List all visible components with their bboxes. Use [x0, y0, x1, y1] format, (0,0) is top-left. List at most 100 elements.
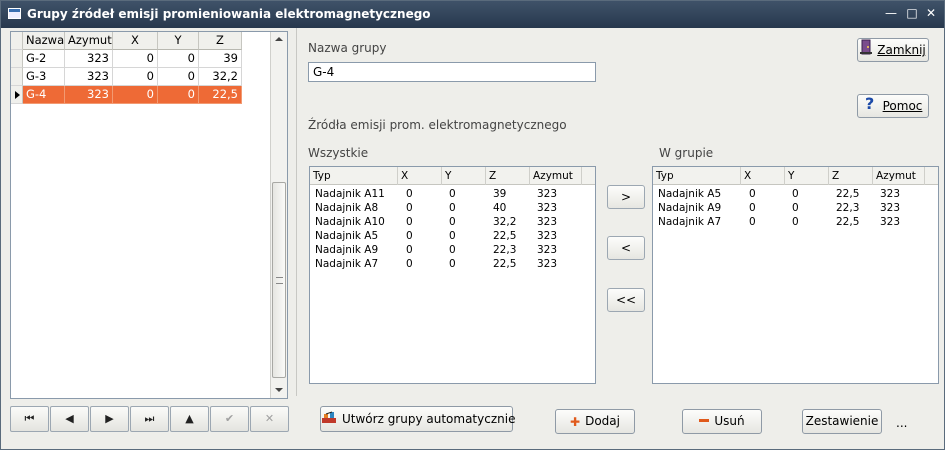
more-options-button[interactable]: ... — [896, 416, 907, 430]
remove-button[interactable]: Usuń — [682, 409, 762, 434]
scroll-up-arrow-icon[interactable] — [271, 32, 287, 48]
group-name-input[interactable]: G-4 — [308, 62, 596, 82]
cell-x[interactable]: 0 — [113, 50, 158, 68]
cell-nazwa[interactable]: G-4 — [23, 86, 65, 104]
list-cell-azymut: 323 — [537, 202, 558, 214]
list-cell-typ: Nadajnik A8 — [315, 202, 379, 214]
table-row[interactable]: G-4 323 0 0 22,5 — [11, 86, 251, 104]
list-cell-typ: Nadajnik A10 — [315, 216, 385, 228]
cancel-record-button[interactable]: ✕ — [250, 406, 289, 432]
all-col-x[interactable]: X — [398, 167, 442, 185]
list-item[interactable]: Nadajnik A7 0 0 22,5 323 — [310, 257, 595, 271]
cell-z[interactable]: 39 — [199, 50, 242, 68]
help-button[interactable]: ? Pomoc — [857, 94, 929, 118]
list-cell-y: 0 — [792, 188, 799, 200]
column-header-x[interactable]: X — [113, 32, 158, 50]
move-all-left-button[interactable]: << — [607, 288, 645, 312]
next-record-button[interactable]: ▶ — [90, 406, 129, 432]
list-item[interactable]: Nadajnik A10 0 0 32,2 323 — [310, 215, 595, 229]
list-cell-z: 22,5 — [836, 188, 860, 200]
close-button[interactable]: Zamknij — [857, 38, 929, 62]
group-col-z[interactable]: Z — [829, 167, 873, 185]
window-icon — [8, 8, 21, 19]
insert-record-button[interactable]: ▲ — [170, 406, 209, 432]
list-item[interactable]: Nadajnik A11 0 0 39 323 — [310, 187, 595, 201]
groups-grid[interactable]: Nazwa Azymut X Y Z G-2 323 0 0 39 G-3 323 0 0 32,… — [10, 31, 288, 399]
panel-divider[interactable] — [296, 28, 297, 396]
scroll-down-arrow-icon[interactable] — [271, 382, 287, 398]
list-cell-y: 0 — [792, 202, 799, 214]
prior-record-button[interactable]: ◀ — [50, 406, 89, 432]
column-header-y[interactable]: Y — [158, 32, 199, 50]
close-window-button[interactable]: ✕ — [924, 6, 938, 20]
list-item[interactable]: Nadajnik A5 0 0 22,5 323 — [653, 187, 938, 201]
list-cell-typ: Nadajnik A9 — [658, 202, 722, 214]
first-record-button[interactable]: ⏮ — [10, 406, 49, 432]
move-left-button[interactable]: < — [607, 236, 645, 260]
cell-y[interactable]: 0 — [158, 50, 199, 68]
column-header-z[interactable]: Z — [199, 32, 242, 50]
sources-section-label: Źródła emisji prom. elektromagnetycznego — [308, 118, 567, 132]
scrollbar-thumb[interactable] — [272, 182, 286, 378]
grid-header-row: Nazwa Azymut X Y Z — [11, 32, 251, 50]
column-header-azymut[interactable]: Azymut — [65, 32, 113, 50]
table-row[interactable]: G-2 323 0 0 39 — [11, 50, 251, 68]
cell-z[interactable]: 32,2 — [199, 68, 242, 86]
list-cell-x: 0 — [406, 244, 413, 256]
all-sources-list[interactable]: Typ X Y Z Azymut Nadajnik A11 0 0 39 323 Nada… — [309, 166, 596, 384]
list-cell-typ: Nadajnik A7 — [658, 216, 722, 228]
list-cell-azymut: 323 — [537, 216, 558, 228]
move-right-button[interactable]: > — [607, 185, 645, 209]
cell-y[interactable]: 0 — [158, 86, 199, 104]
list-item[interactable]: Nadajnik A7 0 0 22,5 323 — [653, 215, 938, 229]
cell-x[interactable]: 0 — [113, 86, 158, 104]
column-header-nazwa[interactable]: Nazwa — [23, 32, 65, 50]
cell-azymut[interactable]: 323 — [65, 50, 113, 68]
record-navigator: ⏮ ◀ ▶ ⏭ ▲ ✔ ✕ — [10, 406, 289, 434]
cell-nazwa[interactable]: G-2 — [23, 50, 65, 68]
add-button[interactable]: ✚ Dodaj — [555, 409, 635, 434]
group-name-label: Nazwa grupy — [308, 41, 387, 55]
list-item[interactable]: Nadajnik A5 0 0 22,5 323 — [310, 229, 595, 243]
all-col-typ[interactable]: Typ — [310, 167, 398, 185]
row-indicator-header — [11, 32, 23, 50]
all-col-y[interactable]: Y — [442, 167, 486, 185]
remove-button-label: Usuń — [714, 414, 745, 428]
groups-grid-scrollbar[interactable] — [270, 32, 287, 398]
cell-y[interactable]: 0 — [158, 68, 199, 86]
auto-groups-icon — [321, 408, 337, 432]
current-row-arrow-icon[interactable] — [11, 86, 23, 104]
group-col-x[interactable]: X — [741, 167, 785, 185]
row-indicator[interactable] — [11, 50, 23, 68]
auto-create-groups-button[interactable]: Utwórz grupy automatycznie — [320, 406, 515, 432]
post-record-button[interactable]: ✔ — [210, 406, 249, 432]
list-cell-y: 0 — [449, 216, 456, 228]
group-col-azymut[interactable]: Azymut — [873, 167, 925, 185]
list-item[interactable]: Nadajnik A9 0 0 22,3 323 — [310, 243, 595, 257]
add-button-label: Dodaj — [585, 414, 620, 428]
summary-button[interactable]: Zestawienie — [802, 409, 882, 434]
maximize-button[interactable]: □ — [905, 6, 919, 20]
group-sources-list[interactable]: Typ X Y Z Azymut Nadajnik A5 0 0 22,5 323 Nad… — [652, 166, 939, 384]
cell-nazwa[interactable]: G-3 — [23, 68, 65, 86]
all-col-azymut[interactable]: Azymut — [530, 167, 582, 185]
cell-azymut[interactable]: 323 — [65, 86, 113, 104]
list-cell-y: 0 — [449, 244, 456, 256]
cell-azymut[interactable]: 323 — [65, 68, 113, 86]
all-col-z[interactable]: Z — [486, 167, 530, 185]
group-col-typ[interactable]: Typ — [653, 167, 741, 185]
last-record-button[interactable]: ⏭ — [130, 406, 169, 432]
group-col-y[interactable]: Y — [785, 167, 829, 185]
cell-z[interactable]: 22,5 — [199, 86, 242, 104]
list-item[interactable]: Nadajnik A9 0 0 22,3 323 — [653, 201, 938, 215]
title-bar: Grupy źródeł emisji promieniowania elekt… — [1, 1, 944, 28]
window-title: Grupy źródeł emisji promieniowania elekt… — [27, 7, 431, 21]
minimize-button[interactable]: — — [884, 6, 898, 20]
cell-x[interactable]: 0 — [113, 68, 158, 86]
list-cell-x: 0 — [749, 202, 756, 214]
dialog-window: Grupy źródeł emisji promieniowania elekt… — [0, 0, 945, 450]
list-cell-x: 0 — [406, 202, 413, 214]
row-indicator[interactable] — [11, 68, 23, 86]
list-item[interactable]: Nadajnik A8 0 0 40 323 — [310, 201, 595, 215]
table-row[interactable]: G-3 323 0 0 32,2 — [11, 68, 251, 86]
